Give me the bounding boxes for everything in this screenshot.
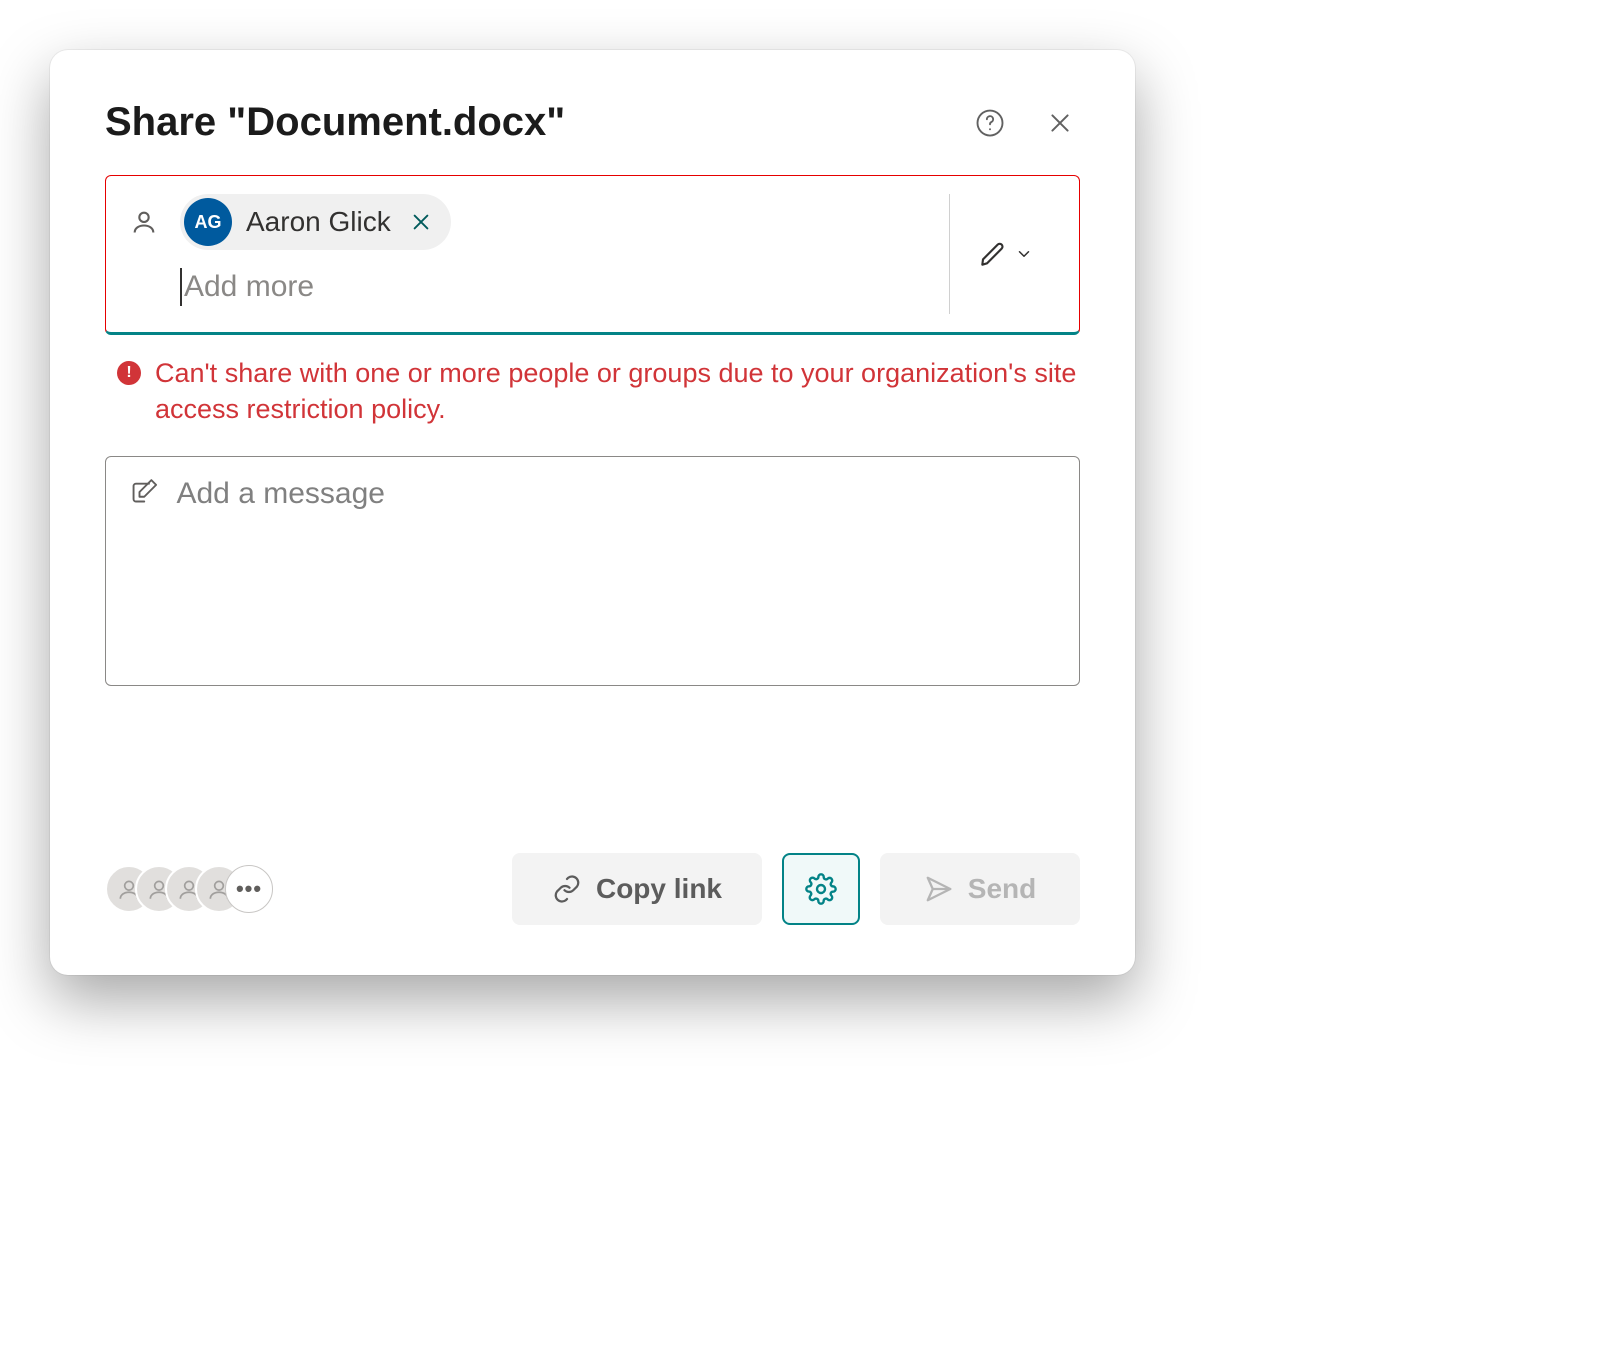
person-icon [130,208,158,236]
shared-with-facepile[interactable]: ••• [105,865,273,913]
recipient-chip: AG Aaron Glick [180,194,451,250]
dialog-footer: ••• Copy link Send [105,853,1080,925]
help-button[interactable] [970,103,1010,143]
question-icon [975,108,1005,138]
chip-name: Aaron Glick [246,206,391,238]
x-icon [410,211,432,233]
text-caret [180,268,182,306]
recipients-field[interactable]: AG Aaron Glick [105,175,1080,335]
message-input[interactable] [176,477,1055,545]
chip-row: AG Aaron Glick [126,194,939,250]
share-dialog: Share "Document.docx" [50,50,1135,975]
header-actions [970,103,1080,143]
dialog-title: Share "Document.docx" [105,100,565,145]
recipients-left: AG Aaron Glick [126,194,939,314]
link-icon [552,874,582,904]
error-text: Can't share with one or more people or g… [155,355,1080,428]
gear-icon [805,873,837,905]
copy-link-button[interactable]: Copy link [512,853,762,925]
error-message-row: ! Can't share with one or more people or… [105,355,1080,428]
footer-buttons: Copy link Send [512,853,1080,925]
error-icon: ! [117,361,141,385]
pencil-icon [977,238,1009,270]
close-button[interactable] [1040,103,1080,143]
person-icon-wrap [126,208,162,236]
permission-dropdown[interactable] [977,238,1033,270]
send-button[interactable]: Send [880,853,1080,925]
compose-icon [130,477,158,507]
dialog-header: Share "Document.docx" [105,100,1080,145]
message-field[interactable] [105,456,1080,686]
close-icon [1047,110,1073,136]
avatar: AG [184,198,232,246]
add-more-row [126,268,939,306]
chevron-down-icon [1015,245,1033,263]
copy-link-label: Copy link [596,873,722,905]
facepile-overflow[interactable]: ••• [225,865,273,913]
add-recipient-input[interactable] [184,270,939,304]
send-label: Send [968,873,1036,905]
permission-section [949,194,1059,314]
remove-recipient-button[interactable] [405,206,437,238]
send-icon [924,874,954,904]
link-settings-button[interactable] [782,853,860,925]
